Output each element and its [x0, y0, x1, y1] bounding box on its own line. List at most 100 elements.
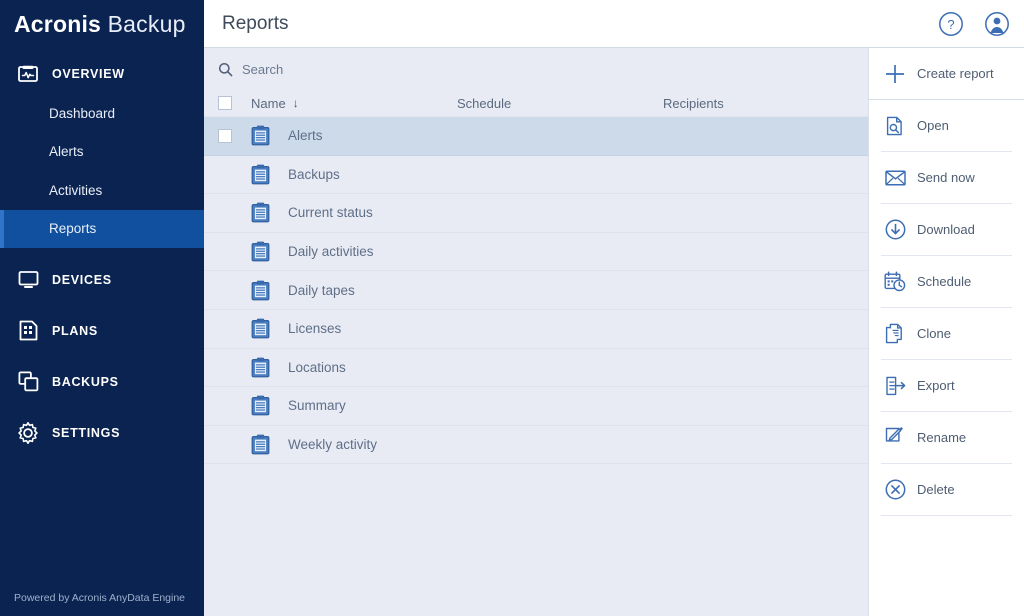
sidebar-item-settings[interactable]: SETTINGS: [0, 407, 204, 458]
column-header-name[interactable]: Name ↓: [251, 96, 457, 111]
svg-text:?: ?: [947, 17, 954, 32]
sidebar-footer: Powered by Acronis AnyData Engine: [0, 592, 204, 616]
sidebar-item-activities[interactable]: Activities: [0, 171, 204, 210]
clipboard-icon: [251, 357, 270, 378]
action-schedule-button[interactable]: Schedule: [869, 256, 1024, 307]
sidebar-item-label: Alerts: [49, 144, 84, 159]
report-name-label: Licenses: [288, 321, 341, 336]
sidebar: Acronis Backup OVERVIEW Dashboard A: [0, 0, 204, 616]
action-label: Clone: [917, 326, 951, 341]
clipboard-icon: [251, 125, 270, 146]
report-name-label: Daily activities: [288, 244, 374, 259]
report-name-cell: Locations: [251, 357, 457, 378]
brand-logo[interactable]: Acronis Backup: [0, 0, 204, 48]
document-search-icon: [883, 116, 907, 136]
report-name-cell: Daily tapes: [251, 280, 457, 301]
action-rename-button[interactable]: Rename: [869, 412, 1024, 463]
action-send-now-button[interactable]: Send now: [869, 152, 1024, 203]
action-label: Rename: [917, 430, 966, 445]
action-open-button[interactable]: Open: [869, 100, 1024, 151]
sidebar-item-label: BACKUPS: [52, 375, 119, 389]
search-placeholder: Search: [242, 62, 283, 77]
account-circle-icon[interactable]: [984, 11, 1010, 37]
sidebar-item-label: PLANS: [52, 324, 98, 338]
clipboard-icon: [251, 202, 270, 223]
sidebar-nav: OVERVIEW Dashboard Alerts Activities Rep…: [0, 54, 204, 592]
column-header-schedule[interactable]: Schedule: [457, 96, 663, 111]
sort-descending-icon: ↓: [293, 97, 299, 109]
report-name-label: Daily tapes: [288, 283, 355, 298]
report-name-cell: Backups: [251, 164, 457, 185]
brand-name-light: Backup: [108, 11, 186, 37]
action-label: Open: [917, 118, 949, 133]
action-export-button[interactable]: Export: [869, 360, 1024, 411]
report-name-cell: Alerts: [251, 125, 457, 146]
action-create-report-button[interactable]: Create report: [869, 48, 1024, 99]
clipboard-icon: [251, 318, 270, 339]
app-window: Acronis Backup OVERVIEW Dashboard A: [0, 0, 1024, 616]
help-circle-icon[interactable]: ?: [938, 11, 964, 37]
report-name-cell: Summary: [251, 395, 457, 416]
column-header-recipients[interactable]: Recipients: [663, 96, 869, 111]
clipboard-icon: [251, 164, 270, 185]
sidebar-item-label: SETTINGS: [52, 426, 120, 440]
plan-card-icon: [14, 318, 42, 344]
action-label: Export: [917, 378, 955, 393]
action-download-button[interactable]: Download: [869, 204, 1024, 255]
plus-icon: [883, 63, 907, 85]
report-name-label: Locations: [288, 360, 346, 375]
report-name-cell: Weekly activity: [251, 434, 457, 455]
export-icon: [883, 376, 907, 396]
action-label: Send now: [917, 170, 975, 185]
search-icon: [218, 62, 233, 77]
sidebar-item-overview[interactable]: OVERVIEW: [0, 54, 204, 94]
delete-circle-icon: [883, 479, 907, 500]
brand-name-bold: Acronis: [14, 11, 101, 37]
sidebar-item-label: OVERVIEW: [52, 67, 125, 81]
sidebar-item-label: Dashboard: [49, 106, 115, 121]
copy-icon: [883, 323, 907, 344]
sidebar-item-devices[interactable]: DEVICES: [0, 254, 204, 305]
envelope-icon: [883, 170, 907, 186]
report-name-label: Current status: [288, 205, 373, 220]
calendar-clock-icon: [883, 271, 907, 292]
clipboard-icon: [251, 434, 270, 455]
topbar: Reports ?: [204, 0, 1024, 48]
topbar-icons: ?: [938, 11, 1010, 37]
sidebar-item-label: Activities: [49, 183, 102, 198]
sidebar-item-reports[interactable]: Reports: [0, 210, 204, 249]
sidebar-item-label: Reports: [49, 221, 96, 236]
action-label: Delete: [917, 482, 955, 497]
action-delete-button[interactable]: Delete: [869, 464, 1024, 515]
sidebar-item-plans[interactable]: PLANS: [0, 305, 204, 356]
stacked-squares-icon: [14, 369, 42, 395]
sidebar-item-alerts[interactable]: Alerts: [0, 133, 204, 172]
sidebar-item-dashboard[interactable]: Dashboard: [0, 94, 204, 133]
action-label: Download: [917, 222, 975, 237]
main-area: Reports ?: [204, 0, 1024, 616]
report-name-label: Backups: [288, 167, 340, 182]
report-name-cell: Daily activities: [251, 241, 457, 262]
report-name-label: Alerts: [288, 128, 323, 143]
report-name-cell: Licenses: [251, 318, 457, 339]
overview-icon: [14, 62, 42, 86]
action-clone-button[interactable]: Clone: [869, 308, 1024, 359]
row-checkbox[interactable]: [218, 129, 232, 143]
action-label: Schedule: [917, 274, 971, 289]
sidebar-item-backups[interactable]: BACKUPS: [0, 356, 204, 407]
action-label: Create report: [917, 66, 994, 81]
column-header-label: Name: [251, 96, 286, 111]
gear-icon: [14, 420, 42, 446]
pencil-square-icon: [883, 427, 907, 448]
report-name-label: Summary: [288, 398, 346, 413]
actions-panel: Create report Open Send now Download Sch…: [868, 48, 1024, 616]
clipboard-icon: [251, 241, 270, 262]
download-circle-icon: [883, 219, 907, 240]
report-name-label: Weekly activity: [288, 437, 377, 452]
report-name-cell: Current status: [251, 202, 457, 223]
monitor-icon: [14, 267, 42, 293]
clipboard-icon: [251, 395, 270, 416]
sidebar-item-label: DEVICES: [52, 273, 112, 287]
select-all-checkbox[interactable]: [218, 96, 232, 110]
page-title: Reports: [222, 13, 938, 35]
